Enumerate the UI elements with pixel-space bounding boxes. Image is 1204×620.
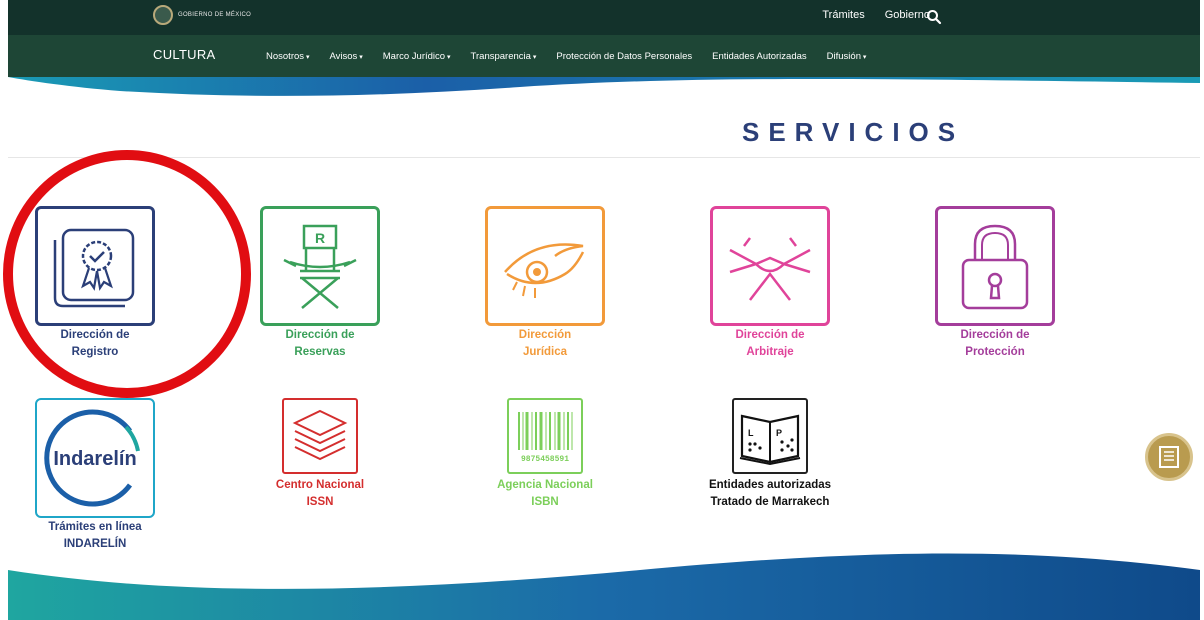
- brand-cultura[interactable]: CULTURA: [153, 47, 216, 62]
- page: GOBIERNO DE MÉXICO Trámites Gobierno CUL…: [0, 0, 1204, 620]
- service-label: Dirección de Reservas: [285, 329, 355, 358]
- service-icon-box: [935, 206, 1055, 326]
- service-icon-box: [282, 398, 358, 474]
- page-title: SERVICIOS: [742, 117, 965, 147]
- indarelin-logo-text: Indarelín: [53, 448, 136, 470]
- svg-text:L: L: [748, 428, 754, 438]
- seal-icon: [153, 5, 173, 25]
- padlock-icon: [961, 224, 1029, 310]
- tramites-link[interactable]: Trámites: [822, 9, 864, 21]
- footer-wave: [8, 553, 1200, 620]
- nav-item-1[interactable]: Avisos ▾: [329, 51, 362, 62]
- svg-text:P: P: [776, 428, 782, 438]
- chevron-down-icon: ▾: [530, 54, 537, 61]
- service-direccion-reservas[interactable]: R Dirección de Reservas: [253, 206, 387, 361]
- handshake-icon: [729, 237, 811, 301]
- service-icon-box: [710, 206, 830, 326]
- service-agencia-isbn[interactable]: 9875458591 Agencia Nacional ISBN: [475, 398, 615, 511]
- service-icon-box: Indarelín: [35, 398, 155, 518]
- nav-item-2[interactable]: Marco Jurídico ▾: [383, 51, 451, 62]
- header-wave: [8, 77, 1200, 96]
- nav-item-4[interactable]: Protección de Datos Personales: [556, 51, 692, 62]
- braille-book-icon: L P: [739, 414, 801, 466]
- chevron-down-icon: ▾: [860, 54, 867, 61]
- chevron-down-icon: ▾: [357, 54, 363, 61]
- indarelin-logo: Indarelín: [44, 409, 140, 507]
- service-icon-box: [485, 206, 605, 326]
- chevron-down-icon: ▾: [304, 54, 310, 61]
- service-direccion-juridica[interactable]: Dirección Jurídica: [478, 206, 612, 361]
- stacked-layers-icon: [292, 409, 348, 461]
- nav-item-0[interactable]: Nosotros ▾: [266, 51, 309, 62]
- service-label: Agencia Nacional ISBN: [497, 479, 593, 508]
- nav-item-3[interactable]: Transparencia ▾: [471, 51, 537, 62]
- main-nav: CULTURA Nosotros ▾ Avisos ▾ Marco Jurídico…: [8, 35, 1200, 77]
- service-icon-box: L P: [732, 398, 808, 474]
- gobierno-logo[interactable]: GOBIERNO DE MÉXICO: [153, 5, 251, 25]
- service-icon-box: R: [260, 206, 380, 326]
- divider: [8, 157, 1200, 158]
- document-icon: [1159, 446, 1179, 468]
- nav-item-6[interactable]: Difusión ▾: [827, 51, 867, 62]
- director-chair-icon: R: [283, 224, 357, 309]
- service-label: Dirección de Protección: [960, 329, 1030, 358]
- svg-text:R: R: [315, 230, 325, 246]
- service-label: Centro Nacional ISSN: [275, 479, 365, 508]
- search-icon[interactable]: [926, 9, 942, 25]
- service-direccion-proteccion[interactable]: Dirección de Protección: [928, 206, 1062, 361]
- service-label: Dirección Jurídica: [518, 329, 572, 358]
- service-direccion-arbitraje[interactable]: Dirección de Arbitraje: [703, 206, 837, 361]
- logo-text: GOBIERNO DE MÉXICO: [178, 11, 252, 18]
- barcode-number: 9875458591: [521, 455, 569, 464]
- service-label: Entidades autorizadas Tratado de Marrake…: [708, 479, 832, 508]
- service-icon-box: 9875458591: [507, 398, 583, 474]
- service-centro-issn[interactable]: Centro Nacional ISSN: [250, 398, 390, 511]
- service-label: Dirección de Arbitraje: [735, 329, 805, 358]
- barcode-icon: 9875458591: [518, 412, 573, 464]
- floating-document-button[interactable]: [1145, 433, 1193, 481]
- gobierno-link[interactable]: Gobierno: [885, 9, 930, 21]
- chevron-down-icon: ▾: [445, 54, 451, 61]
- service-entidades-marrakech[interactable]: L P Entidades autorizadas Tratado de Mar…: [690, 398, 850, 511]
- highlight-circle: [3, 150, 251, 398]
- nav-item-5[interactable]: Entidades Autorizadas: [712, 51, 807, 62]
- service-tramites-indarelin[interactable]: Indarelín Trámites en línea INDARELÍN: [28, 398, 162, 553]
- nav-menu: Nosotros ▾ Avisos ▾ Marco Jurídico ▾ Transp…: [266, 51, 866, 62]
- eye-icon: [504, 243, 585, 298]
- top-bar: GOBIERNO DE MÉXICO Trámites Gobierno: [8, 0, 1200, 35]
